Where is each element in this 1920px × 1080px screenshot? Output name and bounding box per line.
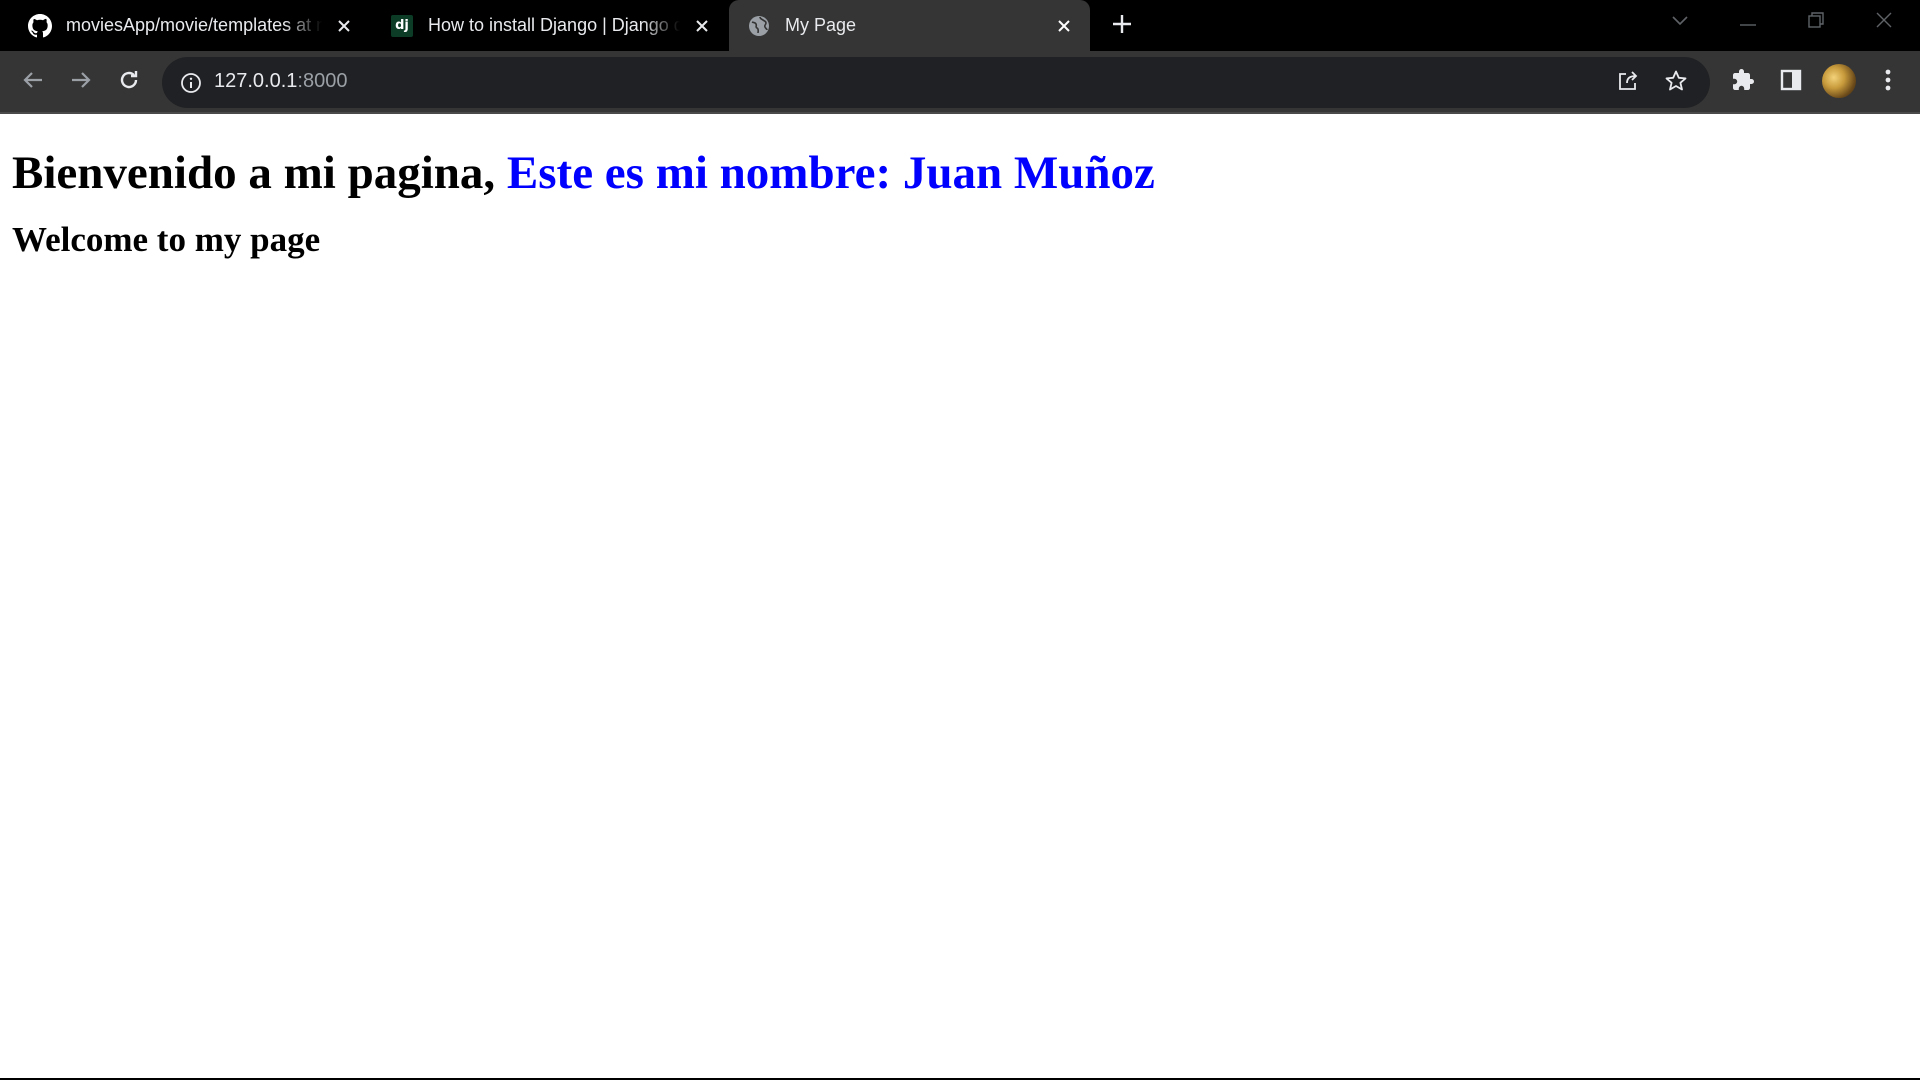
star-icon bbox=[1664, 69, 1688, 98]
close-icon[interactable] bbox=[332, 14, 356, 38]
tab-search-button[interactable] bbox=[1662, 8, 1698, 36]
tab-title: My Page bbox=[785, 15, 857, 35]
reload-icon bbox=[117, 68, 141, 97]
django-icon: dj bbox=[390, 14, 414, 38]
browser-toolbar: 127.0.0.1:8000 bbox=[0, 51, 1920, 114]
minimize-icon bbox=[1740, 13, 1756, 31]
extensions-button[interactable] bbox=[1725, 64, 1761, 100]
page-subheading: Welcome to my page bbox=[12, 220, 321, 260]
url-host: 127.0.0.1 bbox=[214, 70, 298, 92]
side-panel-icon bbox=[1780, 69, 1802, 96]
menu-button[interactable] bbox=[1870, 64, 1906, 100]
heading-name: Este es mi nombre: Juan Muñoz bbox=[506, 147, 1155, 199]
tab-github[interactable]: moviesApp/movie/templates at main · juan… bbox=[0, 0, 370, 51]
address-bar[interactable]: 127.0.0.1:8000 bbox=[162, 57, 1710, 108]
tab-my-page[interactable]: My Page bbox=[729, 0, 1090, 51]
tab-title: moviesApp/movie/templates at main · juan… bbox=[66, 15, 322, 35]
github-icon bbox=[28, 13, 52, 38]
restore-button[interactable] bbox=[1798, 8, 1834, 36]
chevron-down-icon bbox=[1672, 13, 1688, 31]
url-port: :8000 bbox=[297, 70, 348, 92]
reload-button[interactable] bbox=[111, 64, 147, 100]
close-icon[interactable] bbox=[690, 14, 714, 38]
arrow-left-icon bbox=[22, 69, 44, 96]
share-button[interactable] bbox=[1610, 65, 1646, 101]
bookmark-button[interactable] bbox=[1658, 65, 1694, 101]
page-heading: Bienvenido a mi pagina, Este es mi nombr… bbox=[12, 146, 1908, 200]
tab-title: How to install Django | Django documenta… bbox=[428, 15, 680, 35]
tab-strip: moviesApp/movie/templates at main · juan… bbox=[0, 0, 1920, 51]
close-icon bbox=[1876, 12, 1892, 33]
close-icon[interactable] bbox=[1052, 14, 1076, 38]
restore-icon bbox=[1808, 11, 1824, 33]
globe-icon bbox=[747, 14, 771, 38]
profile-avatar[interactable] bbox=[1822, 64, 1856, 98]
more-vertical-icon bbox=[1885, 69, 1891, 96]
arrow-right-icon bbox=[70, 69, 92, 96]
info-icon[interactable] bbox=[178, 70, 204, 96]
close-window-button[interactable] bbox=[1866, 8, 1902, 36]
side-panel-button[interactable] bbox=[1773, 64, 1809, 100]
plus-icon bbox=[1111, 13, 1133, 40]
puzzle-icon bbox=[1731, 68, 1755, 97]
minimize-button[interactable] bbox=[1730, 8, 1766, 36]
django-favicon-text: dj bbox=[391, 14, 413, 37]
new-tab-button[interactable] bbox=[1108, 12, 1136, 40]
page-content: Bienvenido a mi pagina, Este es mi nombr… bbox=[0, 116, 1920, 1078]
tab-django-docs[interactable]: dj How to install Django | Django docume… bbox=[370, 0, 728, 51]
heading-prefix: Bienvenido a mi pagina, bbox=[12, 147, 507, 199]
forward-button[interactable] bbox=[63, 64, 99, 100]
share-icon bbox=[1616, 69, 1640, 98]
back-button[interactable] bbox=[15, 64, 51, 100]
url-text[interactable]: 127.0.0.1:8000 bbox=[214, 70, 347, 93]
